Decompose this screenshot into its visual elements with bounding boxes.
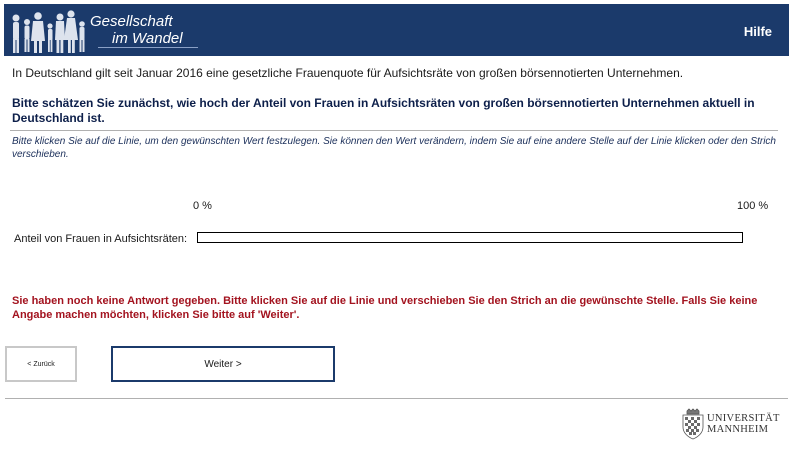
logo-line2: im Wandel — [112, 30, 183, 47]
help-link[interactable]: Hilfe — [744, 24, 772, 39]
intro-text: In Deutschland gilt seit Januar 2016 ein… — [12, 66, 684, 80]
university-logo: UNIVERSITÄT MANNHEIM — [680, 408, 790, 442]
university-name: UNIVERSITÄT MANNHEIM — [707, 413, 780, 435]
site-logo-text: Gesellschaft im Wandel — [90, 13, 183, 47]
question-text: Bitte schätzen Sie zunächst, wie hoch de… — [12, 96, 755, 125]
back-button-label: < Zurück — [27, 360, 55, 368]
university-line2: MANNHEIM — [707, 424, 769, 435]
footer-divider — [5, 398, 788, 399]
site-header: Gesellschaft im Wandel Hilfe — [4, 4, 789, 56]
university-line1: UNIVERSITÄT — [707, 413, 780, 424]
people-silhouettes-logo-icon — [12, 10, 85, 53]
back-button[interactable]: < Zurück — [5, 346, 77, 382]
slider-label: Anteil von Frauen in Aufsichtsräten: — [14, 233, 188, 245]
scale-max-label: 100 % — [737, 200, 769, 212]
scale-min-label: 0 % — [193, 200, 212, 212]
percentage-slider-track[interactable] — [197, 232, 743, 243]
instruction-text: Bitte klicken Sie auf die Linie, um den … — [12, 136, 776, 160]
divider — [10, 130, 778, 131]
logo-line1: Gesellschaft — [90, 13, 173, 30]
university-crest-icon — [682, 408, 704, 440]
logo-underline — [98, 47, 198, 48]
error-message: Sie haben noch keine Antwort gegeben. Bi… — [12, 295, 758, 321]
next-button[interactable]: Weiter > — [111, 346, 335, 382]
next-button-label: Weiter > — [204, 358, 242, 370]
